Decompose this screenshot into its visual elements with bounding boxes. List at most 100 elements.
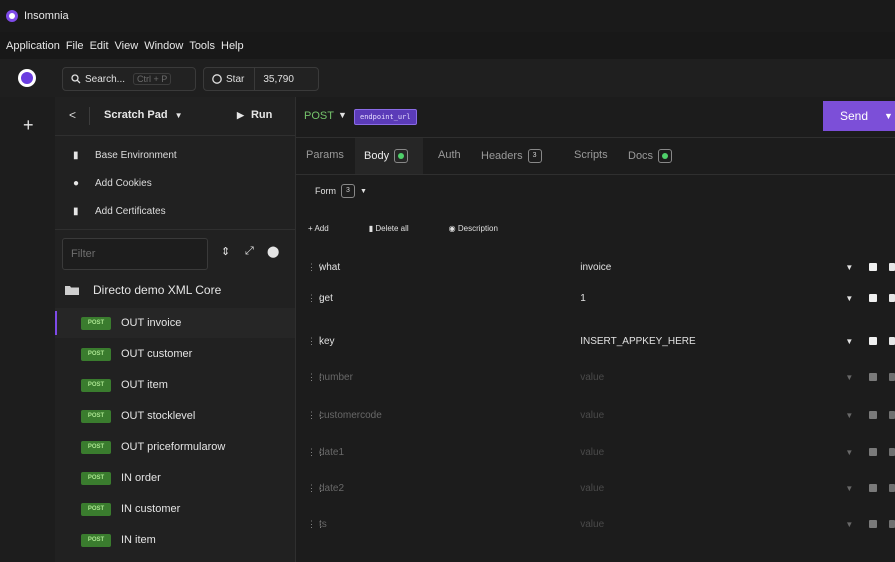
request-item[interactable]: POST IN item: [55, 525, 295, 555]
trash-icon[interactable]: [889, 373, 895, 381]
plus-icon[interactable]: +: [23, 115, 34, 136]
delete-all-button[interactable]: ▮ Delete all: [369, 224, 429, 233]
param-value-input[interactable]: invoice: [580, 262, 845, 273]
request-item[interactable]: POST OUT priceformularow: [55, 432, 295, 462]
request-item[interactable]: POST IN customer: [55, 494, 295, 524]
enabled-checkbox[interactable]: [869, 263, 878, 271]
drag-handle-icon[interactable]: ⋮⋮: [307, 372, 325, 383]
drag-handle-icon[interactable]: ⋮⋮: [307, 262, 325, 273]
request-item[interactable]: POST OUT invoice: [55, 308, 295, 338]
enabled-checkbox[interactable]: [869, 484, 878, 492]
trash-icon[interactable]: [889, 337, 895, 345]
search-button[interactable]: Search... Ctrl + P: [62, 67, 196, 91]
caret-down-icon[interactable]: ▼: [845, 484, 869, 493]
folder-directo-demo[interactable]: Directo demo XML Core: [65, 283, 221, 297]
app-logo-icon[interactable]: [18, 69, 36, 87]
enabled-checkbox[interactable]: [869, 337, 878, 345]
param-value-input[interactable]: 1: [580, 293, 845, 304]
menu-window[interactable]: Window: [144, 40, 183, 52]
param-value-input[interactable]: value: [580, 410, 845, 421]
drag-handle-icon[interactable]: ⋮⋮: [307, 410, 325, 421]
trash-icon[interactable]: [889, 484, 895, 492]
caret-down-icon[interactable]: ▼: [845, 294, 869, 303]
param-key-input[interactable]: date1: [319, 447, 580, 458]
param-key-input[interactable]: number: [319, 372, 580, 383]
enabled-checkbox[interactable]: [869, 520, 878, 528]
method-badge: POST: [81, 347, 111, 361]
back-chevron-icon[interactable]: <: [69, 108, 76, 122]
drag-handle-icon[interactable]: ⋮⋮: [307, 483, 325, 494]
request-name: IN item: [121, 534, 156, 546]
body-type-select[interactable]: Form 3 ▼: [315, 184, 367, 198]
drag-handle-icon[interactable]: ⋮⋮: [307, 519, 325, 530]
menu-edit[interactable]: Edit: [90, 40, 109, 52]
drag-handle-icon[interactable]: ⋮⋮: [307, 293, 325, 304]
enabled-checkbox[interactable]: [869, 411, 878, 419]
enabled-checkbox[interactable]: [869, 294, 878, 302]
tab-params[interactable]: Params: [306, 149, 344, 161]
menu-help[interactable]: Help: [221, 40, 244, 52]
param-key-input[interactable]: key: [319, 336, 580, 347]
request-item[interactable]: POST OUT customer: [55, 339, 295, 369]
trash-icon[interactable]: [889, 411, 895, 419]
tab-scripts[interactable]: Scripts: [574, 149, 608, 161]
collection-dropdown[interactable]: Scratch Pad ▼: [104, 109, 183, 121]
param-value-input[interactable]: value: [580, 447, 845, 458]
param-value-input[interactable]: value: [580, 519, 845, 530]
tab-body[interactable]: Body: [364, 149, 409, 163]
enabled-checkbox[interactable]: [869, 448, 878, 456]
menu-view[interactable]: View: [115, 40, 139, 52]
menu-tools[interactable]: Tools: [189, 40, 215, 52]
send-button[interactable]: Send ▼: [823, 101, 895, 131]
expand-icon[interactable]: ⤢: [245, 245, 254, 258]
caret-down-icon[interactable]: ▼: [845, 448, 869, 457]
add-certificates-link[interactable]: ▮ Add Certificates: [73, 206, 166, 217]
run-button[interactable]: ▶ Run: [237, 109, 272, 121]
filter-input[interactable]: Filter: [62, 238, 208, 270]
caret-down-icon: ▼: [360, 187, 367, 195]
param-key-input[interactable]: customercode: [319, 410, 580, 421]
add-cookies-link[interactable]: ● Add Cookies: [73, 178, 152, 189]
url-variable-tag[interactable]: endpoint_url: [354, 109, 417, 125]
search-shortcut: Ctrl + P: [133, 73, 172, 85]
enabled-checkbox[interactable]: [869, 373, 878, 381]
caret-down-icon[interactable]: ▼: [845, 520, 869, 529]
left-rail: +: [0, 97, 56, 562]
param-value-input[interactable]: value: [580, 483, 845, 494]
request-item[interactable]: POST OUT stocklevel: [55, 401, 295, 431]
drag-handle-icon[interactable]: ⋮⋮: [307, 336, 325, 347]
trash-icon[interactable]: [889, 448, 895, 456]
method-select[interactable]: POST: [304, 110, 334, 122]
drag-handle-icon[interactable]: ⋮⋮: [307, 447, 325, 458]
caret-down-icon[interactable]: ▼: [845, 373, 869, 382]
tab-auth[interactable]: Auth: [438, 149, 461, 161]
caret-down-icon[interactable]: ▼: [884, 111, 893, 121]
description-button[interactable]: ◉ Description: [449, 224, 518, 233]
caret-down-icon[interactable]: ▼: [845, 263, 869, 272]
request-item[interactable]: POST IN order: [55, 463, 295, 493]
caret-down-icon[interactable]: ▼: [338, 110, 347, 120]
request-item[interactable]: POST OUT item: [55, 370, 295, 400]
add-circle-icon[interactable]: ⬤: [267, 245, 279, 258]
github-star-button[interactable]: Star 35,790: [203, 67, 319, 91]
tab-headers[interactable]: Headers 3: [481, 149, 542, 163]
param-key-input[interactable]: what: [319, 262, 580, 273]
param-key-input[interactable]: date2: [319, 483, 580, 494]
param-value-input[interactable]: INSERT_APPKEY_HERE: [580, 336, 845, 347]
divider: [89, 107, 90, 125]
base-environment-link[interactable]: ▮ Base Environment: [73, 150, 177, 161]
trash-icon[interactable]: [889, 520, 895, 528]
caret-down-icon[interactable]: ▼: [845, 337, 869, 346]
trash-icon[interactable]: [889, 263, 895, 271]
param-key-input[interactable]: get: [319, 293, 580, 304]
tab-label: Docs: [628, 150, 654, 162]
trash-icon[interactable]: [889, 294, 895, 302]
menu-file[interactable]: File: [66, 40, 84, 52]
param-value-input[interactable]: value: [580, 372, 845, 383]
caret-down-icon[interactable]: ▼: [845, 411, 869, 420]
add-button[interactable]: + Add: [308, 224, 349, 233]
menu-application[interactable]: Application: [6, 40, 60, 52]
param-key-input[interactable]: ts: [319, 519, 580, 530]
sort-icon[interactable]: ⇕: [221, 245, 230, 258]
tab-docs[interactable]: Docs: [628, 149, 673, 163]
